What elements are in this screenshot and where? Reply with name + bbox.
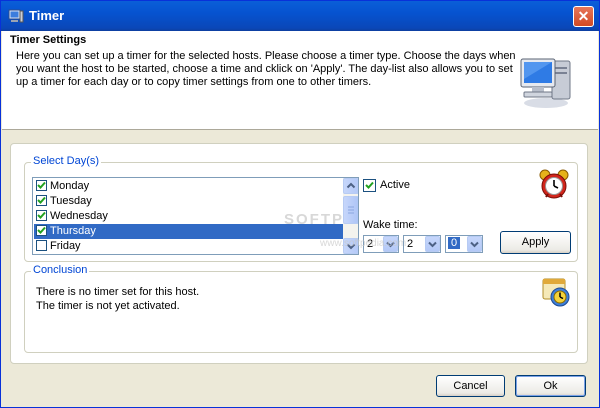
cancel-button[interactable]: Cancel: [436, 375, 505, 397]
computer-icon: [518, 49, 574, 109]
day-label: Monday: [50, 180, 90, 192]
close-icon: ✕: [577, 8, 590, 24]
ok-button[interactable]: Ok: [515, 375, 586, 397]
header-description: Here you can set up a timer for the sele…: [16, 50, 516, 88]
wednesday-checkbox[interactable]: [36, 210, 47, 221]
conclusion-legend: Conclusion: [31, 264, 90, 276]
scroll-up-button[interactable]: [343, 178, 358, 194]
monitor-icon: [8, 8, 24, 24]
day-label: Wednesday: [50, 210, 108, 222]
page-title: Timer Settings: [10, 34, 87, 46]
day-label: Thursday: [50, 225, 96, 237]
day-label: Tuesday: [50, 195, 92, 207]
watermark: SOFTP: [284, 211, 345, 228]
friday-checkbox[interactable]: [36, 240, 47, 251]
list-item-tuesday[interactable]: Tuesday: [34, 194, 343, 209]
conclusion-line-activation: The timer is not yet activated.: [36, 300, 180, 312]
close-button[interactable]: ✕: [573, 6, 594, 27]
monday-checkbox[interactable]: [36, 180, 47, 191]
chevron-up-icon: [346, 182, 356, 189]
list-item-monday[interactable]: Monday: [34, 179, 343, 194]
active-label: Active: [380, 179, 410, 191]
second-value: 0: [448, 237, 461, 249]
scroll-thumb[interactable]: [343, 196, 358, 224]
second-select[interactable]: 0: [445, 235, 483, 253]
apply-button[interactable]: Apply: [500, 231, 571, 254]
wake-time-label: Wake time:: [363, 219, 418, 231]
header-panel: Timer Settings Here you can set up a tim…: [2, 31, 598, 130]
timer-icon: [540, 276, 572, 308]
thursday-checkbox[interactable]: [36, 225, 47, 236]
minute-select[interactable]: 2: [403, 235, 441, 253]
minute-value: 2: [407, 238, 414, 250]
alarm-clock-icon: [538, 168, 570, 200]
window-title: Timer: [29, 8, 65, 23]
list-item-friday[interactable]: Friday: [34, 239, 343, 254]
day-label: Friday: [50, 240, 81, 252]
second-dropdown-button[interactable]: [467, 236, 482, 252]
chevron-down-icon: [470, 241, 479, 248]
select-days-legend: Select Day(s): [31, 155, 102, 167]
conclusion-line-timer: There is no timer set for this host.: [36, 286, 200, 298]
minute-dropdown-button[interactable]: [425, 236, 440, 252]
conclusion-group: Conclusion: [24, 264, 578, 353]
watermark-url: www.softpedia.com: [320, 238, 407, 249]
chevron-down-icon: [428, 241, 437, 248]
active-checkbox[interactable]: [363, 179, 376, 192]
tuesday-checkbox[interactable]: [36, 195, 47, 206]
title-bar[interactable]: Timer ✕: [1, 1, 599, 31]
